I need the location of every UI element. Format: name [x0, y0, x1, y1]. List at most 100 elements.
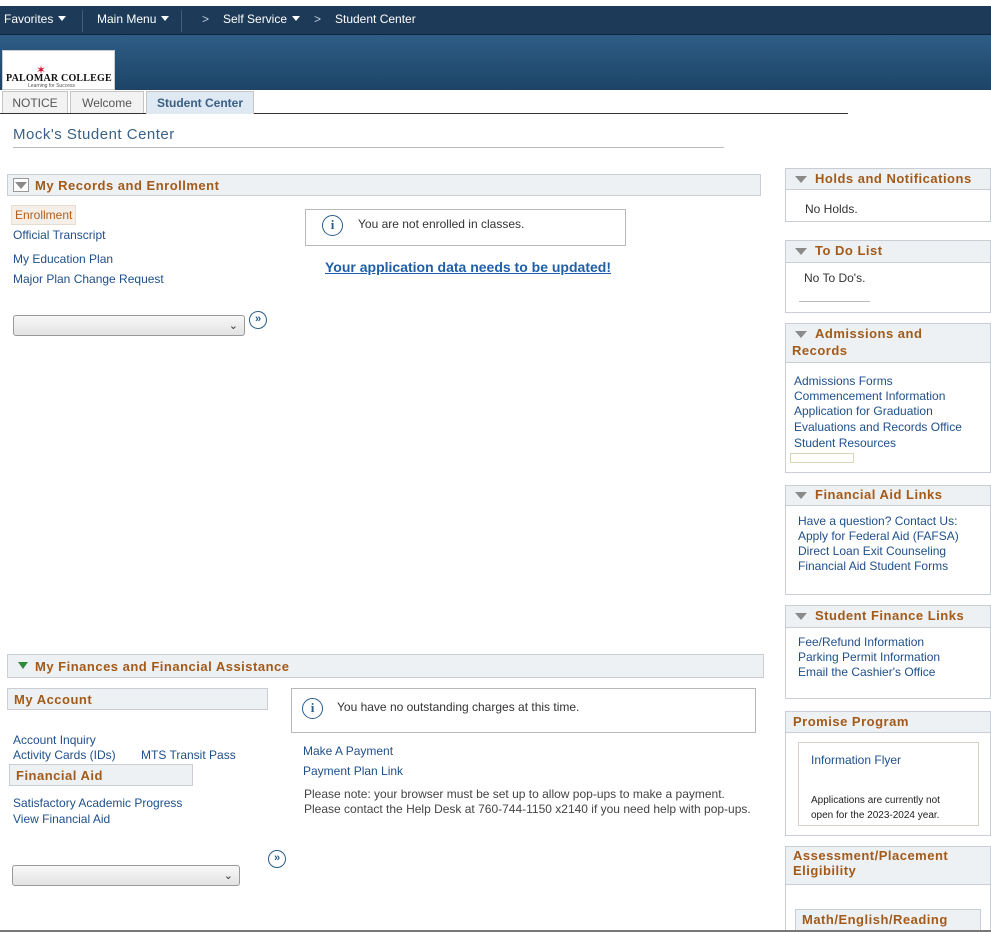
cashier-email-link[interactable]: Email the Cashier's Office — [798, 665, 935, 679]
todo-header[interactable]: To Do List — [786, 241, 990, 263]
chevron-down-icon — [292, 16, 301, 21]
promise-content-box: Information Flyer Applications are curre… — [798, 742, 979, 826]
chevron-down-icon: ⌄ — [228, 320, 238, 332]
breadcrumb-self-service[interactable]: Self Service — [223, 12, 301, 26]
promise-note-line2: open for the 2023-2024 year. — [811, 810, 940, 821]
page-title: Mock's Student Center — [13, 126, 175, 143]
enrollment-info-box: i You are not enrolled in classes. — [305, 209, 626, 246]
popup-note-line2: Please contact the Help Desk at 760-744-… — [304, 802, 751, 816]
payment-plan-link[interactable]: Payment Plan Link — [303, 764, 403, 778]
enrollment-link[interactable]: Enrollment — [11, 205, 77, 225]
account-inquiry-link[interactable]: Account Inquiry — [13, 733, 96, 747]
chevron-down-icon — [58, 16, 67, 21]
student-finance-header[interactable]: Student Finance Links — [786, 606, 990, 628]
fafsa-link[interactable]: Apply for Federal Aid (FAFSA) — [798, 529, 959, 543]
student-resources-link[interactable]: Student Resources — [794, 436, 896, 450]
records-enrollment-header[interactable]: My Records and Enrollment — [7, 174, 761, 196]
records-enrollment-title: My Records and Enrollment — [35, 178, 220, 193]
admissions-title-line2: Records — [792, 343, 848, 358]
records-go-button[interactable]: » — [249, 311, 267, 329]
my-account-header: My Account — [7, 688, 268, 710]
nav-divider — [181, 10, 182, 32]
info-icon: i — [322, 215, 343, 236]
make-payment-link[interactable]: Make A Payment — [303, 744, 393, 758]
assessment-title-line1: Assessment/Placement — [793, 848, 949, 863]
title-divider — [13, 147, 724, 148]
activity-cards-link[interactable]: Activity Cards (IDs) — [13, 748, 116, 762]
student-finance-title: Student Finance Links — [815, 608, 965, 623]
breadcrumb-separator-icon: > — [314, 12, 322, 26]
finances-go-button[interactable]: » — [268, 850, 286, 868]
admissions-forms-link[interactable]: Admissions Forms — [794, 374, 893, 388]
mts-transit-pass-link[interactable]: MTS Transit Pass — [141, 748, 236, 762]
popup-note-line1: Please note: your browser must be set up… — [304, 787, 725, 801]
assessment-title-line2: Eligibility — [793, 863, 857, 878]
todo-text: No To Do's. — [804, 271, 866, 285]
fee-refund-link[interactable]: Fee/Refund Information — [798, 635, 924, 649]
view-financial-aid-link[interactable]: View Financial Aid — [13, 812, 110, 826]
financial-aid-header: Financial Aid — [9, 764, 193, 786]
chevron-down-icon: ⌄ — [223, 870, 233, 882]
triangle-down-icon[interactable] — [795, 176, 807, 183]
financial-aid-links-pagelet: Financial Aid Links Have a question? Con… — [785, 485, 991, 595]
holds-title: Holds and Notifications — [815, 171, 972, 186]
application-update-link[interactable]: Your application data needs to be update… — [325, 259, 611, 275]
finances-title: My Finances and Financial Assistance — [35, 659, 290, 674]
contact-us-link[interactable]: Have a question? Contact Us: — [798, 514, 957, 528]
admissions-header[interactable]: Admissions and Records — [786, 324, 990, 363]
tab-notice[interactable]: NOTICE — [2, 91, 68, 113]
holds-pagelet: Holds and Notifications No Holds. — [785, 168, 991, 222]
page-tabs: NOTICE Welcome Student Center — [0, 91, 848, 114]
graduation-application-link[interactable]: Application for Graduation — [794, 404, 933, 418]
favorites-menu[interactable]: Favorites — [4, 12, 67, 26]
promise-program-header: Promise Program — [786, 712, 990, 733]
promise-program-pagelet: Promise Program Information Flyer Applic… — [785, 711, 991, 836]
double-chevron-right-icon: » — [273, 852, 281, 864]
main-menu[interactable]: Main Menu — [97, 12, 170, 26]
tab-welcome[interactable]: Welcome — [70, 91, 144, 113]
todo-divider — [799, 301, 870, 302]
information-flyer-link[interactable]: Information Flyer — [811, 753, 901, 767]
palomar-college-logo: ✶ PALOMAR COLLEGE Learning for Success — [2, 50, 115, 90]
finances-header[interactable]: My Finances and Financial Assistance — [7, 654, 764, 678]
favorites-label: Favorites — [4, 12, 54, 26]
major-plan-change-link[interactable]: Major Plan Change Request — [13, 272, 164, 286]
education-plan-link[interactable]: My Education Plan — [13, 252, 113, 266]
triangle-down-icon[interactable] — [795, 248, 807, 255]
charges-message: You have no outstanding charges at this … — [337, 700, 580, 714]
tab-student-center[interactable]: Student Center — [146, 91, 254, 114]
todo-pagelet: To Do List No To Do's. — [785, 240, 991, 313]
parking-permit-link[interactable]: Parking Permit Information — [798, 650, 940, 664]
collapse-toggle[interactable] — [13, 178, 29, 192]
sap-link[interactable]: Satisfactory Academic Progress — [13, 796, 182, 810]
triangle-down-icon[interactable] — [18, 662, 28, 669]
finances-other-select[interactable]: ⌄ — [12, 865, 240, 886]
admissions-pagelet: Admissions and Records Admissions Forms … — [785, 323, 991, 473]
holds-text: No Holds. — [805, 202, 858, 216]
charges-info-box: i You have no outstanding charges at thi… — [291, 688, 756, 733]
math-english-reading-title: Math/English/Reading — [802, 912, 948, 927]
evaluations-office-link[interactable]: Evaluations and Records Office — [794, 420, 962, 434]
main-menu-label: Main Menu — [97, 12, 157, 26]
top-navigation-bar: Favorites Main Menu > Self Service > Stu… — [0, 6, 991, 35]
commencement-link[interactable]: Commencement Information — [794, 389, 945, 403]
assessment-pagelet: Assessment/Placement Eligibility Math/En… — [785, 846, 991, 932]
triangle-down-icon[interactable] — [795, 613, 807, 620]
student-finance-pagelet: Student Finance Links Fee/Refund Informa… — [785, 605, 991, 699]
double-chevron-right-icon: » — [254, 313, 262, 325]
nav-divider — [82, 10, 83, 32]
financial-aid-links-title: Financial Aid Links — [815, 487, 943, 502]
triangle-down-icon[interactable] — [795, 492, 807, 499]
holds-header[interactable]: Holds and Notifications — [786, 169, 990, 190]
breadcrumb-current: Student Center — [335, 12, 416, 26]
loan-exit-counseling-link[interactable]: Direct Loan Exit Counseling — [798, 544, 946, 558]
empty-input-box — [790, 453, 854, 463]
official-transcript-link[interactable]: Official Transcript — [13, 228, 105, 242]
financial-aid-forms-link[interactable]: Financial Aid Student Forms — [798, 559, 948, 573]
financial-aid-links-header[interactable]: Financial Aid Links — [786, 486, 990, 506]
triangle-down-icon — [15, 182, 27, 189]
records-other-select[interactable]: ⌄ — [13, 315, 245, 336]
admissions-title-line1: Admissions and — [815, 326, 923, 341]
triangle-down-icon[interactable] — [795, 331, 807, 338]
todo-title: To Do List — [815, 243, 883, 258]
